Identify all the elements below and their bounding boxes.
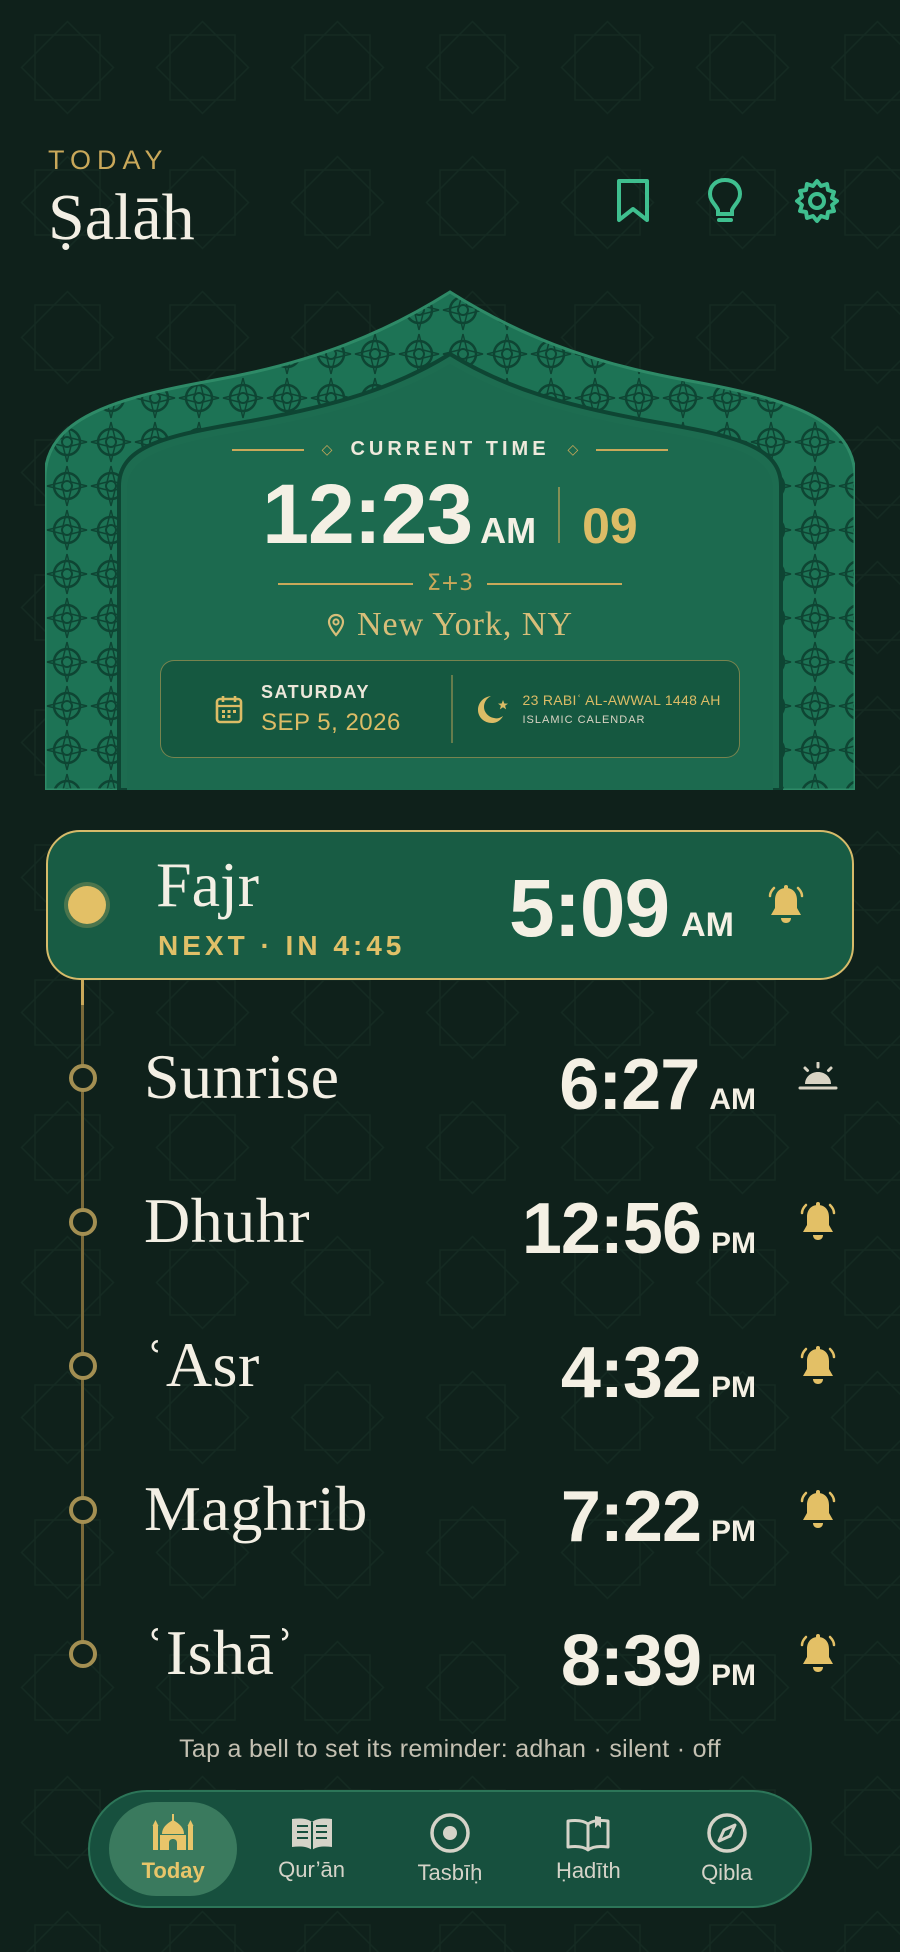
prayer-name: ʿIshāʾ xyxy=(144,1617,297,1688)
current-time-label-row: ◇ CURRENT TIME ◇ xyxy=(45,438,855,461)
current-time-hours-minutes: 12:23 xyxy=(262,467,473,561)
prayer-time: 12:56 PM xyxy=(522,1188,756,1270)
crescent-star-icon xyxy=(477,696,508,723)
prayer-time: 8:39 PM xyxy=(561,1620,756,1702)
timeline-dot-active xyxy=(68,886,106,924)
prayer-time-value: 6:27 xyxy=(559,1045,700,1125)
gear-icon[interactable] xyxy=(794,176,840,226)
nav-quran[interactable]: Qur’ān xyxy=(248,1802,376,1896)
ornament-line xyxy=(231,448,304,451)
timeline-dot xyxy=(69,1496,97,1524)
location-row[interactable]: New York, NY xyxy=(45,606,855,644)
location-pin-icon xyxy=(327,613,345,637)
gregorian-date: SATURDAY SEP 5, 2026 xyxy=(161,661,451,757)
prayer-time-ampm: PM xyxy=(711,1227,756,1260)
timeline-dot xyxy=(69,1064,97,1092)
reminder-hint: Tap a bell to set its reminder: adhan · … xyxy=(179,1735,721,1763)
nav-label: Ḥadīth xyxy=(555,1858,621,1883)
nav-hadith[interactable]: Ḥadīth xyxy=(524,1802,652,1896)
sunrise-icon xyxy=(796,1056,840,1100)
diamond-ornament-icon: ◇ xyxy=(567,441,579,458)
gregorian-date-text: SEP 5, 2026 xyxy=(261,708,401,736)
ornament-line xyxy=(277,582,413,585)
prayer-row-isha: ʿIshāʾ 8:39 PM xyxy=(0,1602,900,1712)
nav-label: Qur’ān xyxy=(278,1857,345,1882)
hijri-date-text: 23 RABIʿ AL-AWWAL 1448 AH xyxy=(522,692,721,708)
time-divider xyxy=(558,486,561,543)
prayer-time-value: 4:32 xyxy=(560,1333,702,1413)
prayer-time-value: 8:39 xyxy=(560,1621,702,1701)
hijri-calendar-label: ISLAMIC CALENDAR xyxy=(522,714,646,726)
diamond-ornament-icon: ◇ xyxy=(321,441,333,458)
prayer-time: 7:22 PM xyxy=(561,1476,756,1558)
bell-icon[interactable] xyxy=(796,1488,840,1532)
bottom-navigation: Today Qur’ān Tasbīḥ Ḥadīth Qibla xyxy=(88,1790,812,1908)
current-time-seconds: 09 xyxy=(582,498,638,554)
prayer-row-asr: ʿAsr 4:32 PM xyxy=(0,1314,900,1424)
location-text: New York, NY xyxy=(356,606,574,643)
prayer-row-sunrise: Sunrise 6:27 AM xyxy=(0,1026,900,1136)
bell-icon[interactable] xyxy=(796,1632,840,1676)
prayer-name: Maghrib xyxy=(144,1473,368,1544)
current-time-display: 12:23 AM 09 xyxy=(45,466,855,563)
next-prayer-countdown: NEXT · IN 4:45 xyxy=(158,930,406,961)
open-book-icon xyxy=(566,1816,610,1852)
ornament-divider: Σ+3 xyxy=(45,571,855,596)
nav-label: Today xyxy=(141,1858,205,1883)
nav-tasbih[interactable]: Tasbīḥ xyxy=(386,1802,514,1896)
page-title: Ṣalāh xyxy=(48,181,195,254)
prayer-time-ampm: PM xyxy=(711,1515,756,1548)
current-time-panel: ◇ CURRENT TIME ◇ 12:23 AM 09 Σ+3 New Yor… xyxy=(45,288,855,790)
mosque-icon xyxy=(152,1814,194,1850)
ornament-glyph: Σ+3 xyxy=(426,571,474,596)
calendar-icon xyxy=(215,696,243,724)
prayer-row-dhuhr: Dhuhr 12:56 PM xyxy=(0,1170,900,1280)
prayer-time: 4:32 PM xyxy=(561,1332,756,1414)
prayer-time-value: 7:22 xyxy=(560,1477,702,1557)
timeline-dot xyxy=(69,1208,97,1236)
next-prayer-name: Fajr xyxy=(156,849,260,920)
compass-icon xyxy=(707,1813,747,1853)
ornament-line xyxy=(487,582,623,585)
prayer-time: 6:27 AM xyxy=(559,1044,756,1126)
bell-icon[interactable] xyxy=(766,884,806,931)
target-icon xyxy=(430,1813,470,1853)
header-actions xyxy=(610,176,840,226)
next-prayer-card[interactable]: Fajr NEXT · IN 4:45 5:09 AM xyxy=(46,830,854,980)
prayer-name: ʿAsr xyxy=(144,1329,260,1400)
timeline-dot xyxy=(69,1640,97,1668)
current-time-ampm: AM xyxy=(480,510,537,551)
book-icon xyxy=(291,1818,332,1850)
bookmark-icon[interactable] xyxy=(610,176,656,226)
prayer-time-value: 12:56 xyxy=(521,1189,702,1269)
timeline-dot xyxy=(69,1352,97,1380)
next-prayer-time: 5:09 AM xyxy=(509,862,734,956)
nav-qibla[interactable]: Qibla xyxy=(663,1802,791,1896)
next-prayer-ampm: AM xyxy=(681,906,734,944)
nav-label: Qibla xyxy=(701,1860,753,1885)
nav-label: Tasbīḥ xyxy=(417,1860,483,1885)
date-card: SATURDAY SEP 5, 2026 23 RABIʿ AL-AWWAL 1… xyxy=(160,660,740,758)
lightbulb-icon[interactable] xyxy=(702,176,748,226)
bell-icon[interactable] xyxy=(796,1200,840,1244)
prayer-time-ampm: PM xyxy=(711,1659,756,1692)
current-time-label: CURRENT TIME xyxy=(350,438,550,460)
next-prayer-time-value: 5:09 xyxy=(508,863,670,954)
day-of-week: SATURDAY xyxy=(261,681,371,702)
prayer-row-maghrib: Maghrib 7:22 PM xyxy=(0,1458,900,1568)
prayer-time-ampm: AM xyxy=(709,1083,756,1116)
page-header: TODAY Ṣalāh xyxy=(48,145,195,256)
page-eyebrow: TODAY xyxy=(48,145,169,175)
prayer-name: Dhuhr xyxy=(144,1185,311,1256)
ornament-line xyxy=(596,448,669,451)
prayer-time-ampm: PM xyxy=(711,1371,756,1404)
hijri-date: 23 RABIʿ AL-AWWAL 1448 AH ISLAMIC CALEND… xyxy=(453,661,740,757)
bell-icon[interactable] xyxy=(796,1344,840,1388)
prayer-name: Sunrise xyxy=(144,1041,340,1112)
nav-today[interactable]: Today xyxy=(109,1802,238,1896)
